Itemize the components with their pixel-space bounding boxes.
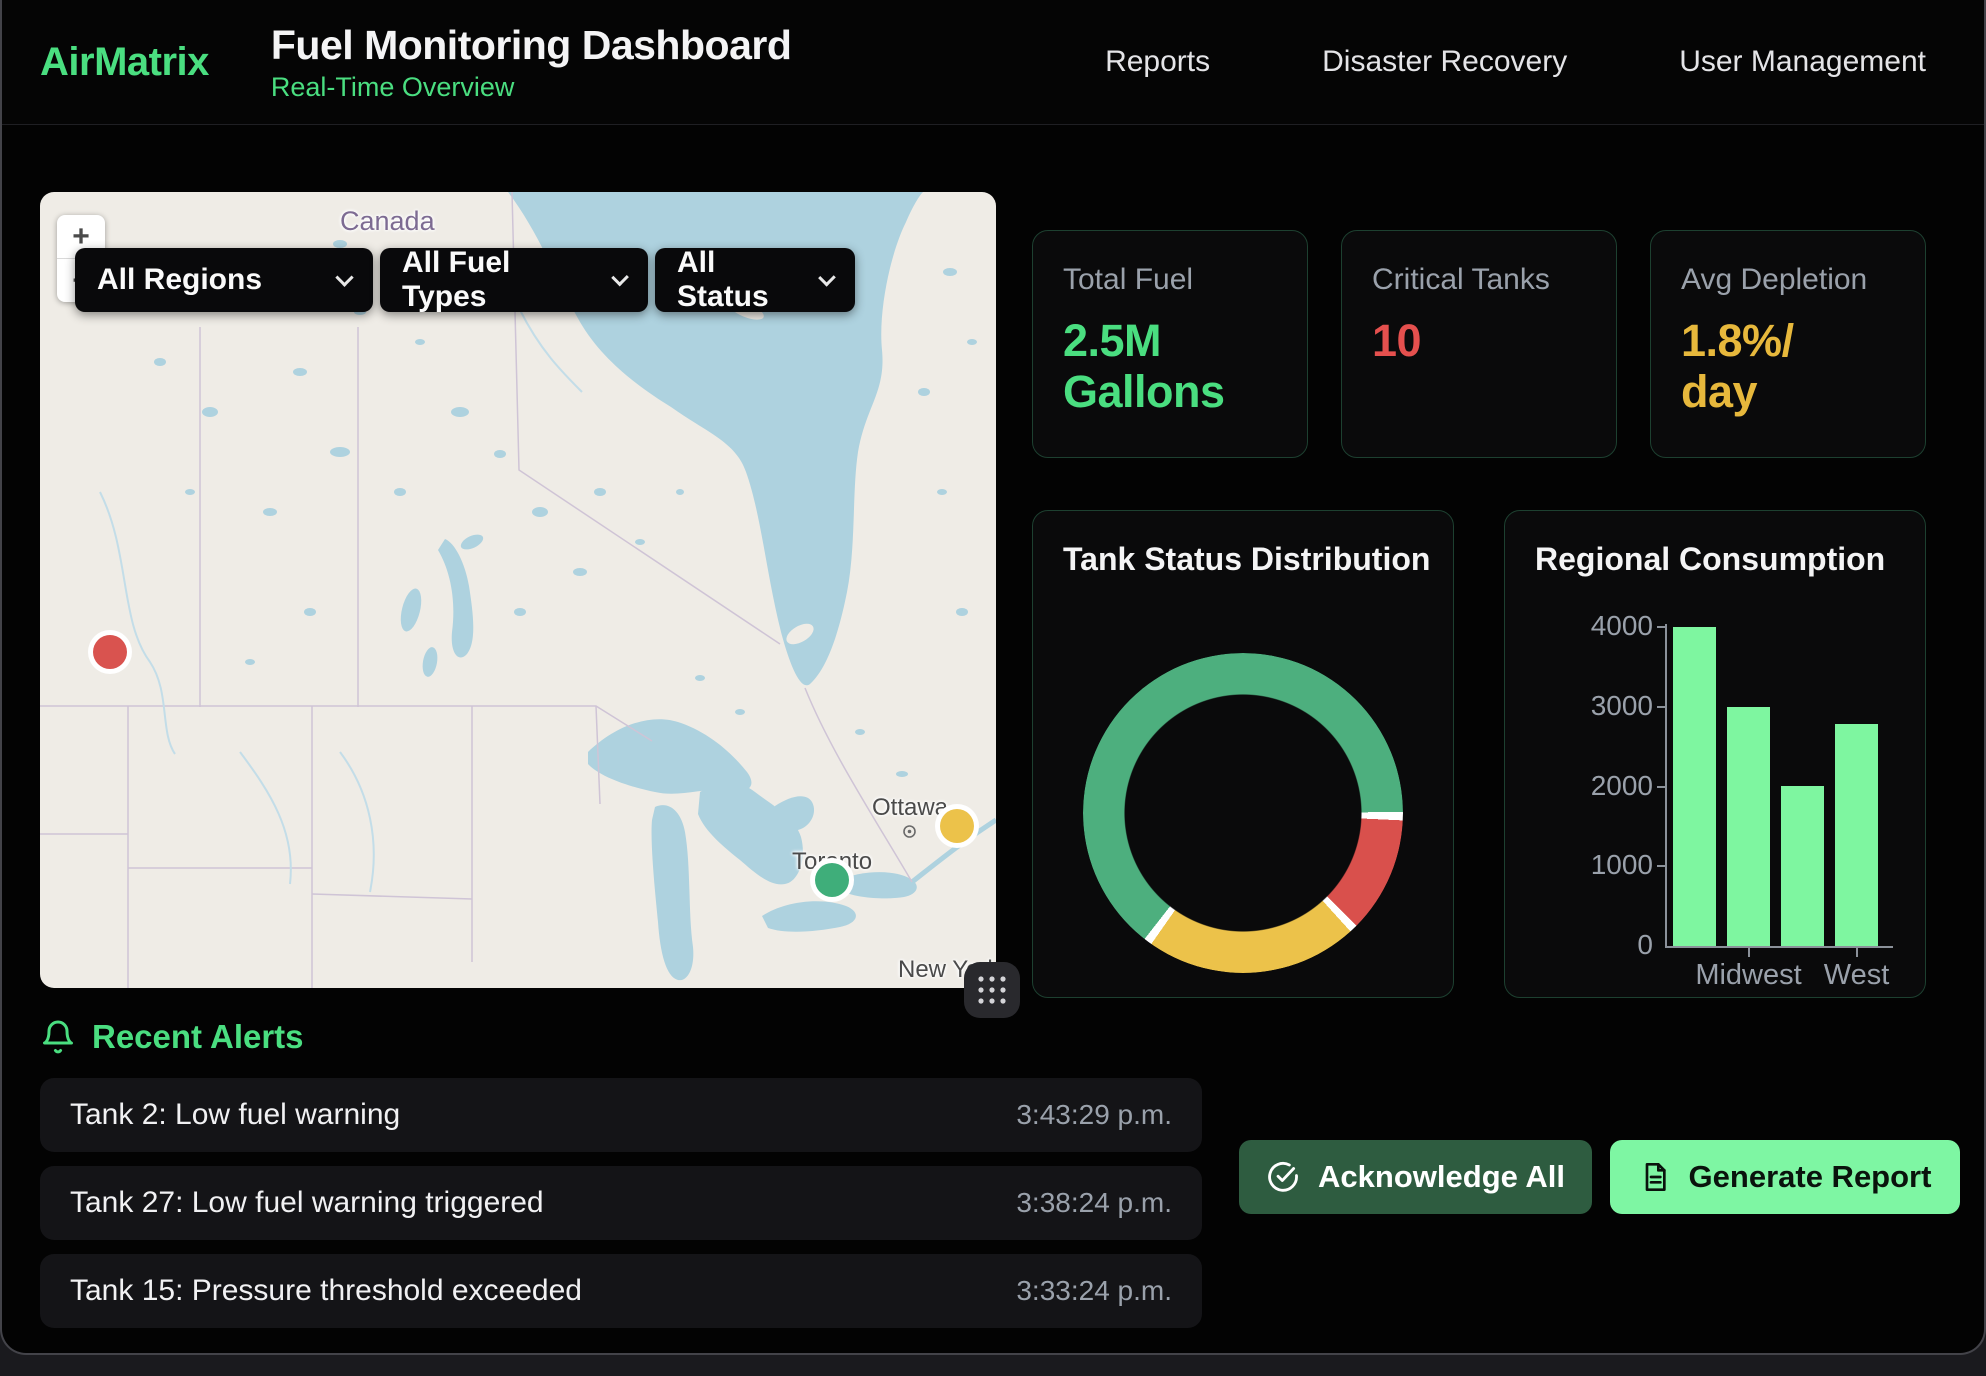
alert-time: 3:43:29 p.m. <box>1016 1099 1172 1131</box>
status-filter-value: All Status <box>677 246 799 314</box>
tank-marker-critical[interactable] <box>93 635 127 669</box>
stat-label: Avg Depletion <box>1681 263 1895 297</box>
alert-text: Tank 27: Low fuel warning triggered <box>70 1186 544 1220</box>
alert-time: 3:38:24 p.m. <box>1016 1187 1172 1219</box>
acknowledge-all-label: Acknowledge All <box>1318 1159 1565 1195</box>
fuel-type-filter-value: All Fuel Types <box>402 246 592 314</box>
generate-report-button[interactable]: Generate Report <box>1610 1140 1960 1214</box>
check-circle-icon <box>1266 1160 1300 1194</box>
ottawa-town-icon <box>902 824 917 839</box>
tank-status-card: Tank Status Distribution <box>1032 510 1454 998</box>
recent-alerts-title: Recent Alerts <box>92 1018 304 1056</box>
map-canvas[interactable]: Canada Ottawa Toronto New York + − All R… <box>40 192 996 988</box>
stat-value-line1: 10 <box>1372 315 1421 366</box>
tank-marker-normal[interactable] <box>815 863 849 897</box>
page-title: Fuel Monitoring Dashboard <box>271 22 791 69</box>
y-tick-mark <box>1657 865 1666 867</box>
region-filter-value: All Regions <box>97 263 262 297</box>
title-block: Fuel Monitoring Dashboard Real-Time Over… <box>271 22 791 103</box>
x-tick-mark <box>1748 948 1750 957</box>
chevron-down-icon <box>818 268 836 286</box>
y-tick-mark <box>1657 786 1666 788</box>
alert-row-2[interactable]: Tank 27: Low fuel warning triggered 3:38… <box>40 1166 1202 1240</box>
brand-logo: AirMatrix <box>40 40 209 85</box>
map-panel: Canada Ottawa Toronto New York + − All R… <box>40 192 996 988</box>
tank-marker-warning[interactable] <box>940 809 974 843</box>
stat-value-line1: 2.5M <box>1063 315 1161 366</box>
region-filter-select[interactable]: All Regions <box>75 248 373 312</box>
nav-user-management[interactable]: User Management <box>1679 45 1926 79</box>
stat-card-critical-tanks: Critical Tanks 10 <box>1341 230 1617 458</box>
alert-text: Tank 15: Pressure threshold exceeded <box>70 1274 582 1308</box>
status-filter-select[interactable]: All Status <box>655 248 855 312</box>
map-resize-handle[interactable] <box>964 962 1020 1018</box>
y-tick-label: 3000 <box>1543 690 1653 722</box>
y-tick-label: 4000 <box>1543 610 1653 642</box>
alert-row-1[interactable]: Tank 2: Low fuel warning 3:43:29 p.m. <box>40 1078 1202 1152</box>
alert-row-3[interactable]: Tank 15: Pressure threshold exceeded 3:3… <box>40 1254 1202 1328</box>
stat-value-avg-depletion: 1.8%/ day <box>1681 315 1895 418</box>
consumption-bar-1 <box>1727 707 1770 946</box>
nav-disaster-recovery[interactable]: Disaster Recovery <box>1322 45 1567 79</box>
acknowledge-all-button[interactable]: Acknowledge All <box>1239 1140 1592 1214</box>
map-filters: All Regions All Fuel Types All Status <box>75 248 855 312</box>
drag-dots-icon <box>975 973 1009 1007</box>
stat-value-line2: Gallons <box>1063 366 1225 417</box>
y-tick-label: 2000 <box>1543 770 1653 802</box>
regional-consumption-card: Regional Consumption 40003000200010000Mi… <box>1504 510 1926 998</box>
y-tick-mark <box>1657 706 1666 708</box>
stat-label: Total Fuel <box>1063 263 1277 297</box>
tank-status-title: Tank Status Distribution <box>1063 541 1453 578</box>
y-tick-mark <box>1657 626 1666 628</box>
x-tick-mark <box>1856 948 1858 957</box>
alert-text: Tank 2: Low fuel warning <box>70 1098 400 1132</box>
stat-value-critical-tanks: 10 <box>1372 315 1586 366</box>
consumption-bar-3 <box>1835 724 1878 946</box>
map-label-canada: Canada <box>340 206 435 237</box>
chevron-down-icon <box>335 268 353 286</box>
header: AirMatrix Fuel Monitoring Dashboard Real… <box>2 0 1984 125</box>
stat-value-total-fuel: 2.5M Gallons <box>1063 315 1277 418</box>
x-tick-label: West <box>1824 959 1890 992</box>
nav-reports[interactable]: Reports <box>1105 45 1210 79</box>
consumption-bar-0 <box>1673 627 1716 946</box>
regional-bar-plot: 4000 3000 2000 1000 0 Midwest West <box>1505 511 1925 997</box>
tank-status-donut <box>1083 653 1403 973</box>
x-tick-label: Midwest <box>1695 959 1801 992</box>
stat-value-line2: day <box>1681 366 1757 417</box>
fuel-type-filter-select[interactable]: All Fuel Types <box>380 248 648 312</box>
dashboard-root: AirMatrix Fuel Monitoring Dashboard Real… <box>0 0 1986 1355</box>
bell-icon <box>40 1019 76 1055</box>
generate-report-label: Generate Report <box>1689 1159 1932 1195</box>
recent-alerts-header: Recent Alerts <box>40 1018 304 1056</box>
main-nav: Reports Disaster Recovery User Managemen… <box>1105 45 1926 79</box>
stat-card-avg-depletion: Avg Depletion 1.8%/ day <box>1650 230 1926 458</box>
alert-time: 3:33:24 p.m. <box>1016 1275 1172 1307</box>
y-tick-label: 1000 <box>1543 849 1653 881</box>
map-label-ottawa: Ottawa <box>872 794 948 822</box>
y-tick-label: 0 <box>1543 929 1653 961</box>
bar-chart-x-axis <box>1665 946 1893 948</box>
chevron-down-icon <box>611 268 629 286</box>
stat-label: Critical Tanks <box>1372 263 1586 297</box>
consumption-bar-2 <box>1781 786 1824 946</box>
document-icon <box>1639 1161 1671 1193</box>
stat-value-line1: 1.8%/ <box>1681 315 1794 366</box>
page-subtitle: Real-Time Overview <box>271 72 791 103</box>
stat-card-total-fuel: Total Fuel 2.5M Gallons <box>1032 230 1308 458</box>
